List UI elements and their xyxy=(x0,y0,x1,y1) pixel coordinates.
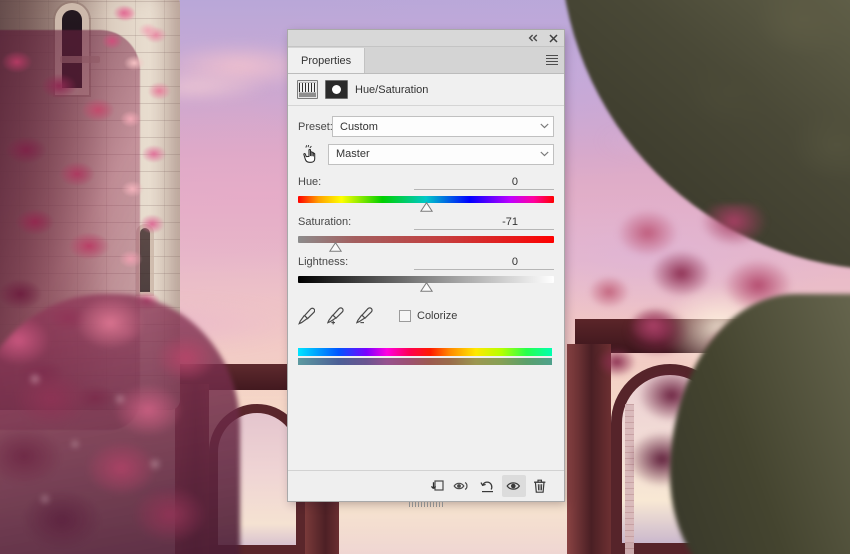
tab-properties[interactable]: Properties xyxy=(288,48,366,73)
preset-row: Preset: Custom xyxy=(298,116,554,137)
adjustment-title: Hue/Saturation xyxy=(355,83,429,96)
chevron-down-icon xyxy=(540,150,549,159)
hue-slider-handle[interactable] xyxy=(419,202,433,212)
hue-slider-track[interactable] xyxy=(298,196,554,212)
hue-value-field[interactable]: 0 xyxy=(414,175,554,190)
result-hue-spectrum[interactable] xyxy=(298,358,552,365)
eyedropper-icon[interactable] xyxy=(298,307,316,325)
properties-panel[interactable]: Properties Hue/Saturation Preset: Custom xyxy=(288,30,564,507)
toggle-visibility-button[interactable] xyxy=(502,475,526,497)
saturation-label: Saturation: xyxy=(298,216,352,228)
chevron-down-icon xyxy=(540,122,549,131)
tab-label: Properties xyxy=(301,54,352,67)
preset-value: Custom xyxy=(340,120,378,133)
resize-grip[interactable] xyxy=(409,502,443,507)
saturation-value-field[interactable]: -71 xyxy=(414,215,554,230)
saturation-slider-handle[interactable] xyxy=(328,242,342,252)
lightness-slider-track[interactable] xyxy=(298,276,554,292)
hue-reference-bars xyxy=(298,348,552,365)
ivy-foliage xyxy=(92,0,172,62)
panel-menu-icon[interactable] xyxy=(540,47,564,73)
reset-button[interactable] xyxy=(476,475,500,497)
hue-saturation-adjustment-icon[interactable] xyxy=(297,80,318,99)
view-previous-state-button[interactable] xyxy=(450,475,474,497)
lightness-slider-handle[interactable] xyxy=(419,282,433,292)
saturation-slider-track[interactable] xyxy=(298,236,554,252)
close-icon[interactable] xyxy=(544,30,562,46)
hue-slider-labels: Hue: 0 xyxy=(298,175,554,190)
eyedropper-row: Colorize xyxy=(298,306,554,326)
preset-dropdown[interactable]: Custom xyxy=(332,116,554,137)
lightness-slider-group: Lightness: 0 xyxy=(298,255,554,292)
preset-label: Preset: xyxy=(298,120,333,133)
adjustment-header: Hue/Saturation xyxy=(288,74,564,106)
panel-dock-bar[interactable] xyxy=(288,30,564,47)
clip-to-layer-button[interactable] xyxy=(424,475,448,497)
panel-body: Preset: Custom Master Hue: 0 Saturation:… xyxy=(288,106,564,470)
panel-tab-strip[interactable]: Properties xyxy=(288,47,564,74)
colorize-label: Colorize xyxy=(417,310,458,322)
source-hue-spectrum[interactable] xyxy=(298,348,552,356)
lightness-slider-labels: Lightness: 0 xyxy=(298,255,554,270)
lightness-value-field[interactable]: 0 xyxy=(414,255,554,270)
hue-label: Hue: xyxy=(298,176,322,188)
saturation-slider-labels: Saturation: -71 xyxy=(298,215,554,230)
lightness-label: Lightness: xyxy=(298,256,349,268)
hamburger-icon xyxy=(546,53,558,67)
channel-value: Master xyxy=(336,148,370,160)
on-image-adjustment-hand-icon[interactable] xyxy=(298,144,320,164)
channel-dropdown[interactable]: Master xyxy=(328,143,554,165)
delete-button[interactable] xyxy=(528,475,552,497)
pink-foliage-right xyxy=(570,264,700,404)
hue-slider-group: Hue: 0 xyxy=(298,175,554,212)
colorize-checkbox-wrap[interactable]: Colorize xyxy=(399,310,457,322)
panel-footer xyxy=(288,470,564,501)
double-chevron-left-icon[interactable] xyxy=(524,30,542,46)
layer-mask-icon[interactable] xyxy=(325,80,348,99)
channel-row: Master xyxy=(298,143,554,165)
saturation-slider-group: Saturation: -71 xyxy=(298,215,554,252)
eyedropper-subtract-icon[interactable] xyxy=(355,307,373,325)
bush-highlights xyxy=(0,324,230,554)
colorize-checkbox[interactable] xyxy=(399,310,411,322)
eyedropper-add-icon[interactable] xyxy=(326,307,344,325)
